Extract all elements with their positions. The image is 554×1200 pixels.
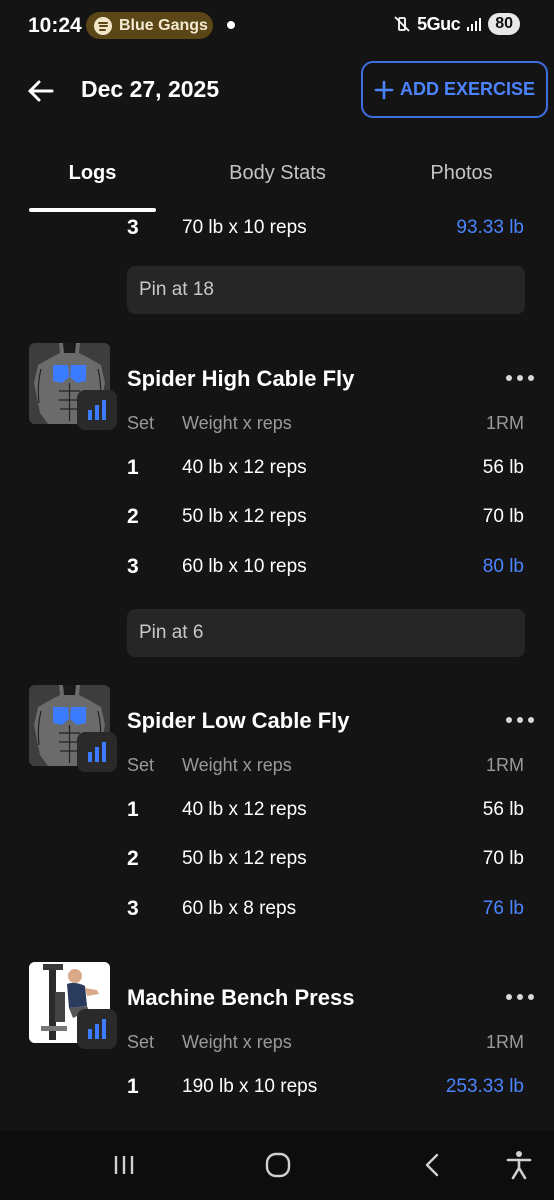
set-weight-reps: 40 lb x 12 reps — [182, 799, 307, 820]
set-number: 1 — [127, 456, 139, 479]
column-set-label: Set — [127, 1032, 155, 1052]
vibrate-mute-icon — [394, 16, 410, 32]
set-row[interactable]: 1 190 lb x 10 reps 253.33 lb — [0, 1071, 554, 1111]
exercise-name[interactable]: Spider Low Cable Fly — [127, 708, 349, 734]
set-number: 1 — [127, 798, 139, 821]
network-type: 5Guc — [417, 13, 461, 34]
tab-body-stats[interactable]: Body Stats — [185, 162, 370, 185]
set-weight-reps: 190 lb x 10 reps — [182, 1076, 318, 1097]
set-one-rm: 80 lb — [482, 556, 524, 577]
column-1rm-label: 1RM — [485, 755, 524, 775]
tab-bar: Logs Body Stats Photos — [0, 150, 554, 212]
set-weight-reps: 60 lb x 8 reps — [182, 898, 297, 919]
page-title-date[interactable]: Dec 27, 2025 — [81, 76, 219, 103]
notification-dot-icon — [227, 21, 235, 29]
status-indicators: 5Guc 80 — [393, 13, 520, 35]
set-weight-reps: 40 lb x 12 reps — [182, 457, 307, 478]
spotify-now-playing-pill[interactable]: Blue Gangs — [86, 12, 213, 39]
exercise-note[interactable]: Pin at 6 — [127, 609, 525, 657]
more-options-icon[interactable] — [505, 990, 535, 1004]
exercise-name[interactable]: Machine Bench Press — [127, 985, 354, 1011]
battery-indicator: 80 — [488, 13, 520, 35]
set-one-rm: 56 lb — [482, 457, 524, 478]
add-exercise-label: ADD EXERCISE — [399, 79, 536, 99]
exercise-name[interactable]: Spider High Cable Fly — [127, 366, 354, 392]
set-number: 3 — [127, 897, 139, 920]
workout-log-screen: 10:24 Blue Gangs 5Guc 80 Dec 27, 2025 AD… — [0, 0, 554, 1200]
set-number: 2 — [127, 847, 139, 870]
accessibility-icon[interactable] — [502, 1148, 536, 1182]
set-number: 3 — [127, 555, 139, 578]
status-bar: 10:24 Blue Gangs 5Guc 80 — [0, 0, 554, 52]
more-options-icon[interactable] — [505, 371, 535, 385]
column-weight-label: Weight x reps — [182, 1032, 292, 1052]
back-arrow-icon[interactable] — [24, 74, 58, 108]
set-number: 3 — [127, 216, 139, 239]
tab-logs[interactable]: Logs — [0, 162, 185, 185]
recent-apps-icon[interactable] — [107, 1148, 141, 1182]
spotify-icon — [94, 16, 112, 35]
set-one-rm: 253.33 lb — [445, 1076, 524, 1097]
column-set-label: Set — [127, 755, 155, 775]
status-time: 10:24 — [28, 14, 82, 37]
set-weight-reps: 60 lb x 10 reps — [182, 556, 307, 577]
set-one-rm: 93.33 lb — [456, 217, 524, 238]
column-1rm-label: 1RM — [485, 413, 524, 433]
set-weight-reps: 50 lb x 12 reps — [182, 848, 307, 869]
more-options-icon[interactable] — [505, 713, 535, 727]
set-row[interactable]: 1 40 lb x 12 reps 56 lb — [0, 452, 554, 492]
back-icon[interactable] — [416, 1148, 450, 1182]
set-one-rm: 70 lb — [482, 848, 524, 869]
set-number: 1 — [127, 1075, 139, 1098]
set-weight-reps: 50 lb x 12 reps — [182, 506, 307, 527]
set-row[interactable]: 2 50 lb x 12 reps 70 lb — [0, 843, 554, 883]
set-row[interactable]: 3 70 lb x 10 reps 93.33 lb — [0, 212, 554, 252]
add-exercise-button[interactable]: ADD EXERCISE — [361, 61, 548, 118]
column-set-label: Set — [127, 413, 155, 433]
set-row[interactable]: 2 50 lb x 12 reps 70 lb — [0, 501, 554, 541]
set-row[interactable]: 1 40 lb x 12 reps 56 lb — [0, 794, 554, 834]
system-nav-bar — [0, 1130, 554, 1200]
set-row[interactable]: 3 60 lb x 10 reps 80 lb — [0, 551, 554, 591]
sets-column-header: Set Weight x reps 1RM — [0, 752, 554, 782]
set-one-rm: 70 lb — [482, 506, 524, 527]
signal-strength-icon — [467, 18, 482, 31]
sets-column-header: Set Weight x reps 1RM — [0, 410, 554, 440]
set-one-rm: 56 lb — [482, 799, 524, 820]
column-weight-label: Weight x reps — [182, 413, 292, 433]
column-1rm-label: 1RM — [485, 1032, 524, 1052]
sets-column-header: Set Weight x reps 1RM — [0, 1029, 554, 1059]
column-weight-label: Weight x reps — [182, 755, 292, 775]
spotify-track-label: Blue Gangs — [119, 16, 208, 34]
set-weight-reps: 70 lb x 10 reps — [182, 217, 307, 238]
logs-list[interactable]: 3 70 lb x 10 reps 93.33 lb Pin at 18 Spi… — [0, 212, 554, 1130]
exercise-note[interactable]: Pin at 18 — [127, 266, 525, 314]
set-one-rm: 76 lb — [482, 898, 524, 919]
tab-photos[interactable]: Photos — [369, 162, 554, 185]
set-row[interactable]: 3 60 lb x 8 reps 76 lb — [0, 893, 554, 933]
set-number: 2 — [127, 505, 139, 528]
home-icon[interactable] — [261, 1148, 295, 1182]
plus-icon — [374, 80, 394, 99]
